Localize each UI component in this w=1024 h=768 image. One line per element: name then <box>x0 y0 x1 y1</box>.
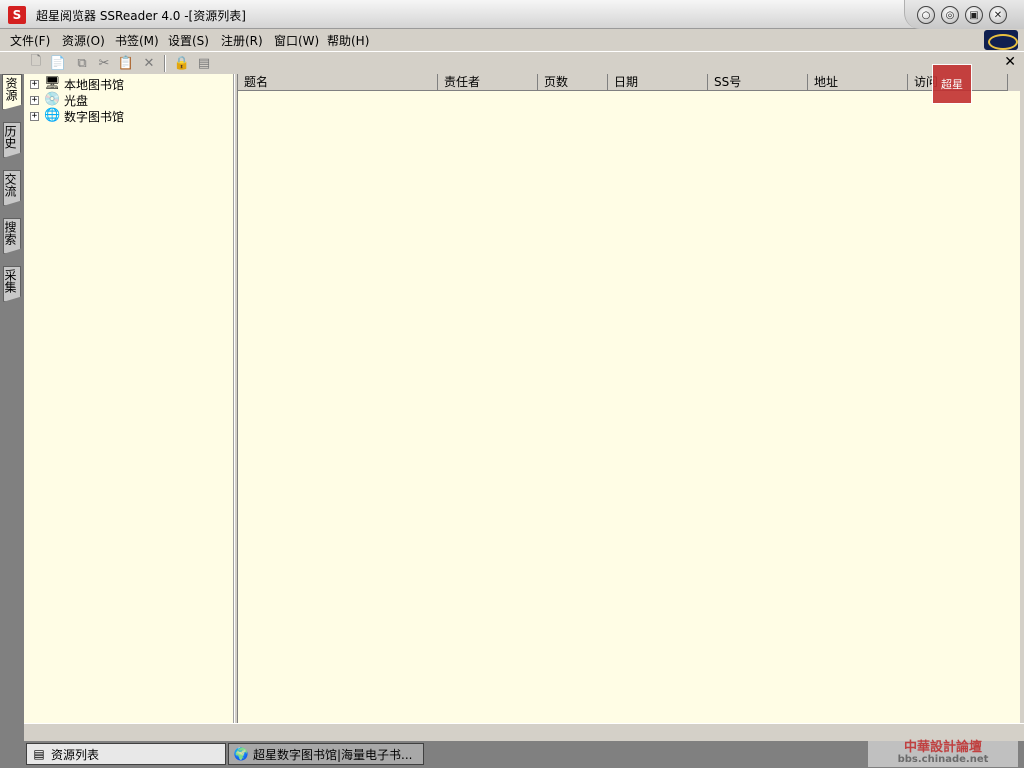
menu-settings[interactable]: 设置(S) <box>168 32 209 49</box>
tab-resources[interactable]: 资源 <box>2 74 22 110</box>
menu-bookmark[interactable]: 书签(M) <box>115 32 159 49</box>
tab-history[interactable]: 历史 <box>3 122 21 158</box>
tree-expand-icon[interactable]: + <box>30 111 39 121</box>
view-icon[interactable]: ▤ <box>196 55 212 71</box>
status-bar <box>24 723 1024 741</box>
task-digital-library[interactable]: 🌍 超星数字图书馆|海量电子书... <box>228 743 424 765</box>
new-icon[interactable]: 🗋 <box>28 54 44 71</box>
column-ss-number[interactable]: SS号 <box>708 74 808 91</box>
tab-collect[interactable]: 采集 <box>3 266 21 302</box>
task-label: 超星数字图书馆|海量电子书... <box>253 747 413 762</box>
tree-item-label: 数字图书馆 <box>64 109 125 124</box>
right-border <box>1020 74 1024 723</box>
app-logo-icon: S <box>8 6 26 24</box>
tree-expand-icon[interactable]: + <box>30 95 39 105</box>
task-label: 资源列表 <box>51 747 100 762</box>
column-date[interactable]: 日期 <box>608 74 708 91</box>
tree-item-label: 本地图书馆 <box>64 77 125 92</box>
brand-logo-icon <box>984 30 1018 50</box>
window-taskbar: ▤ 资源列表 🌍 超星数字图书馆|海量电子书... 中華設計論壇 bbs.chi… <box>24 741 1024 768</box>
resource-tree: + 🖥 本地图书馆 + 💿 光盘 + 🌐 数字图书馆 <box>24 74 234 723</box>
minimize-button[interactable]: ◎ <box>941 6 959 24</box>
tree-item-digital-library[interactable]: + 🌐 数字图书馆 <box>30 108 124 124</box>
list-header: 题名 责任者 页数 日期 SS号 地址 访问 <box>238 74 1020 91</box>
tab-search[interactable]: 搜索 <box>3 218 21 254</box>
tree-item-cd[interactable]: + 💿 光盘 <box>30 92 88 108</box>
window-controls: ○ ◎ ▣ ✕ <box>904 0 1024 29</box>
cd-icon: 💿 <box>44 92 61 107</box>
task-resource-list[interactable]: ▤ 资源列表 <box>26 743 226 765</box>
rollup-button[interactable]: ○ <box>917 6 935 24</box>
menu-help[interactable]: 帮助(H) <box>327 32 369 49</box>
paste-special-icon[interactable]: 📄 <box>50 55 66 71</box>
tree-item-label: 光盘 <box>64 93 89 108</box>
menu-resource[interactable]: 资源(O) <box>62 32 105 49</box>
properties-icon[interactable]: 🔒 <box>174 55 190 71</box>
network-library-icon: 🌐 <box>44 108 61 123</box>
title-bar: S 超星阅览器 SSReader 4.0 -[资源列表] ○ ◎ ▣ ✕ <box>0 0 1024 29</box>
side-tabs: 资源 历史 交流 搜索 采集 <box>0 74 24 768</box>
delete-icon[interactable]: ✕ <box>141 55 157 71</box>
copy-icon[interactable]: ⧉ <box>74 55 90 71</box>
window-title: 超星阅览器 SSReader 4.0 -[资源列表] <box>36 9 246 23</box>
menu-bar: 文件(F) 资源(O) 书签(M) 设置(S) 注册(R) 窗口(W) 帮助(H… <box>0 29 1024 51</box>
column-title[interactable]: 题名 <box>238 74 438 91</box>
list-window-icon: ▤ <box>33 747 45 761</box>
toolbar: 🗋 📄 ⧉ ✂ 📋 ✕ 🔒 ▤ ✕ <box>0 51 1024 74</box>
globe-icon: 🌍 <box>233 747 249 761</box>
column-author[interactable]: 责任者 <box>438 74 538 91</box>
watermark-title: 中華設計論壇 <box>903 740 982 755</box>
paste-icon[interactable]: 📋 <box>118 55 134 71</box>
ssreader-mark-icon: 超星 <box>932 64 972 104</box>
close-button[interactable]: ✕ <box>989 6 1007 24</box>
computer-icon: 🖥 <box>44 76 61 91</box>
watermark: 中華設計論壇 bbs.chinade.net <box>868 741 1018 767</box>
tab-exchange[interactable]: 交流 <box>3 170 21 206</box>
watermark-url: bbs.chinade.net <box>897 754 989 765</box>
tree-expand-icon[interactable]: + <box>30 79 39 89</box>
toolbar-separator <box>164 55 166 72</box>
resource-list: 题名 责任者 页数 日期 SS号 地址 访问 超星 <box>238 64 1020 723</box>
menu-window[interactable]: 窗口(W) <box>274 32 319 49</box>
menu-file[interactable]: 文件(F) <box>10 32 50 49</box>
tree-item-local-library[interactable]: + 🖥 本地图书馆 <box>30 76 124 92</box>
column-pages[interactable]: 页数 <box>538 74 608 91</box>
column-address[interactable]: 地址 <box>808 74 908 91</box>
maximize-button[interactable]: ▣ <box>965 6 983 24</box>
cut-icon[interactable]: ✂ <box>96 55 112 71</box>
menu-register[interactable]: 注册(R) <box>221 32 263 49</box>
panel-close-icon[interactable]: ✕ <box>1004 54 1016 70</box>
